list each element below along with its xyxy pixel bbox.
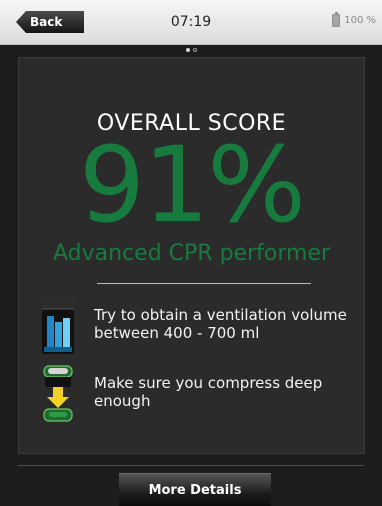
more-details-label: More Details	[148, 482, 242, 498]
clock: 07:19	[170, 14, 212, 30]
page-indicator	[0, 46, 382, 54]
score-value: 91%	[78, 124, 306, 246]
tip-ventilation: Try to obtain a ventilation volume betwe…	[41, 296, 351, 354]
score-panel: OVERALL SCORE 91% Advanced CPR performer…	[18, 57, 365, 454]
page-dot-active[interactable]	[185, 48, 190, 52]
page-dot-inactive[interactable]	[192, 48, 197, 52]
tip-compression-text: Make sure you compress deep enough	[94, 374, 323, 410]
tip-compression: Make sure you compress deep enough	[41, 365, 351, 425]
ventilation-volume-icon	[42, 296, 74, 354]
battery-text: 100 %	[344, 15, 376, 26]
tip-ventilation-text: Try to obtain a ventilation volume betwe…	[94, 306, 347, 342]
divider	[97, 283, 311, 284]
compression-depth-icon	[43, 365, 73, 422]
battery-indicator: 100 %	[332, 12, 376, 27]
footer-divider	[18, 465, 364, 466]
status-bar: Back 07:19 100 %	[0, 0, 382, 45]
performer-level: Advanced CPR performer	[53, 241, 330, 266]
battery-icon	[332, 12, 341, 27]
more-details-button[interactable]: More Details	[119, 473, 271, 506]
